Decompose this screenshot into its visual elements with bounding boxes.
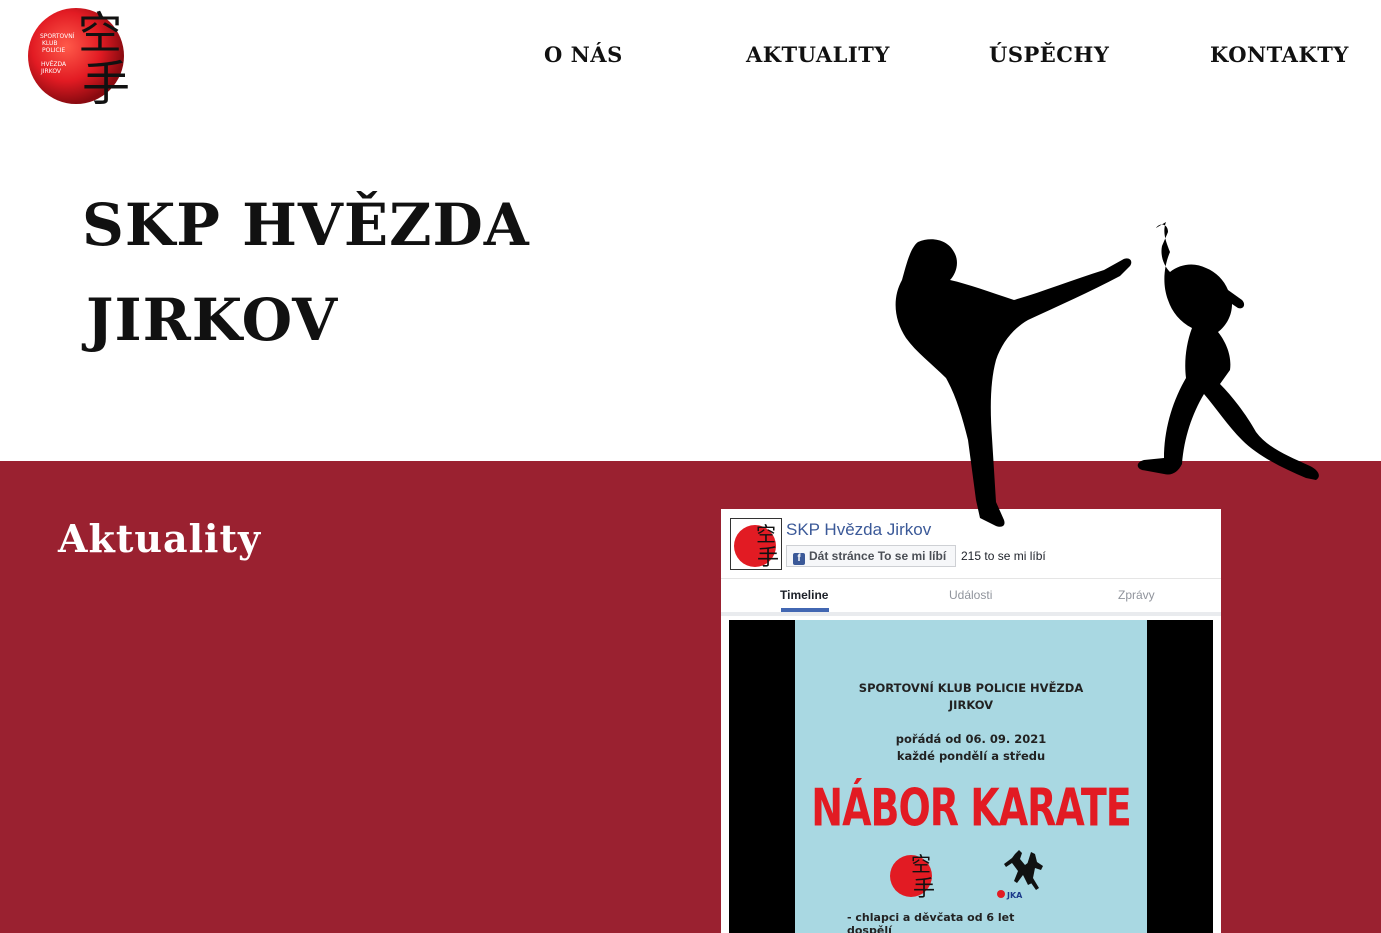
fb-page-avatar[interactable]: 空 手 bbox=[730, 518, 782, 570]
fb-like-count: 215 to se mi líbí bbox=[961, 549, 1046, 563]
poster-bullet: - chlapci a děvčata od 6 let dospělí bbox=[847, 911, 1014, 933]
nav-kontakty[interactable]: KONTAKTY bbox=[1210, 42, 1349, 67]
recruitment-poster: SPORTOVNÍ KLUB POLICIE HVĚZDA JIRKOV poř… bbox=[795, 620, 1147, 933]
karate-fighters-icon bbox=[895, 222, 1319, 527]
poster-org-line-1: SPORTOVNÍ KLUB POLICIE HVĚZDA bbox=[858, 681, 1084, 695]
nav-o-nas[interactable]: O NÁS bbox=[544, 42, 623, 67]
facebook-page-widget: 空 手 SKP Hvězda Jirkov f Dát stránce To se… bbox=[721, 509, 1221, 933]
fb-tabs-border bbox=[721, 612, 1221, 616]
poster-date-line-1: pořádá od 06. 09. 2021 bbox=[895, 732, 1047, 746]
hero-title-line-1: SKP HVĚZDA bbox=[82, 191, 530, 259]
poster-org-line-2: JIRKOV bbox=[948, 698, 994, 712]
fb-like-label: Dát stránce To se mi líbí bbox=[809, 549, 947, 563]
fb-like-button[interactable]: f Dát stránce To se mi líbí bbox=[786, 545, 956, 567]
poster-headline: NÁBOR KARATE bbox=[811, 778, 1131, 838]
poster-club-logo: 空 手 bbox=[890, 852, 935, 899]
hero-title: SKP HVĚZDA JIRKOV bbox=[82, 178, 530, 368]
poster-jka-logo: JKA bbox=[997, 850, 1043, 900]
logo-text: SPORTOVNÍ bbox=[40, 33, 75, 40]
svg-text:空: 空 bbox=[756, 522, 776, 546]
fb-post-image[interactable]: SPORTOVNÍ KLUB POLICIE HVĚZDA JIRKOV poř… bbox=[729, 620, 1213, 933]
fb-tab-timeline[interactable]: Timeline bbox=[780, 588, 828, 602]
fb-tab-udalosti[interactable]: Události bbox=[949, 588, 992, 602]
kicking-fighter-silhouette bbox=[895, 239, 1132, 527]
svg-text:空: 空 bbox=[911, 852, 931, 876]
fb-divider bbox=[721, 578, 1221, 579]
svg-text:手: 手 bbox=[757, 546, 779, 570]
poster-bullet-line-1: - chlapci a děvčata od 6 let bbox=[847, 911, 1015, 924]
poster-bullet-line-2: dospělí bbox=[847, 924, 892, 933]
news-title: Aktuality bbox=[58, 516, 262, 561]
nav-aktuality[interactable]: AKTUALITY bbox=[746, 42, 890, 67]
svg-text:JKA: JKA bbox=[1006, 891, 1023, 900]
hero-title-line-2: JIRKOV bbox=[86, 286, 339, 354]
facebook-icon: f bbox=[793, 553, 805, 565]
poster-schedule: pořádá od 06. 09. 2021 každé pondělí a s… bbox=[795, 731, 1147, 765]
main-nav: O NÁS AKTUALITY ÚSPĚCHY KONTAKTY bbox=[0, 42, 1381, 74]
jumping-fighter-silhouette bbox=[1137, 222, 1319, 480]
svg-text:手: 手 bbox=[913, 877, 935, 899]
fb-tab-zpravy[interactable]: Zprávy bbox=[1118, 588, 1155, 602]
nav-uspechy[interactable]: ÚSPĚCHY bbox=[989, 42, 1109, 67]
poster-organization: SPORTOVNÍ KLUB POLICIE HVĚZDA JIRKOV bbox=[795, 680, 1147, 714]
poster-date-line-2: každé pondělí a středu bbox=[896, 749, 1046, 763]
